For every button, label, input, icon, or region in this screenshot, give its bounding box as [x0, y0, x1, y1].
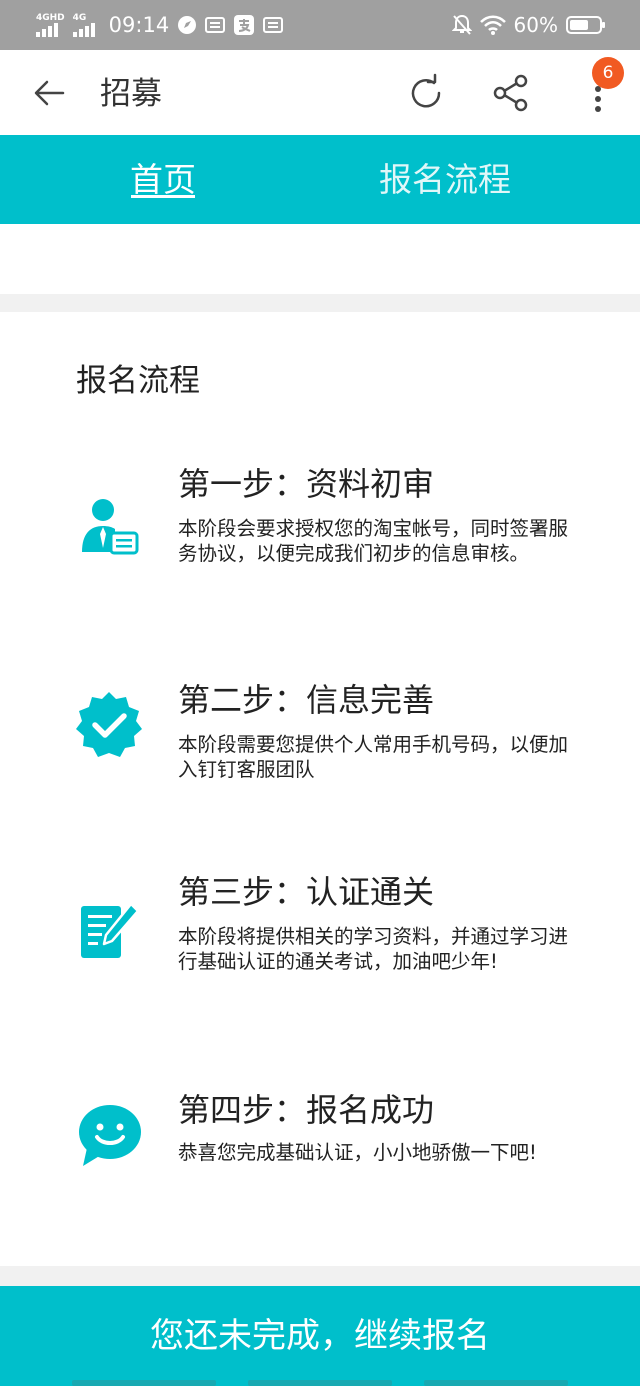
network-label-1: 4GHD — [36, 12, 65, 23]
content-top-blank — [0, 224, 640, 294]
active-tab-indicator — [131, 195, 195, 198]
user-card-icon — [74, 492, 144, 562]
verified-badge-icon — [74, 690, 144, 760]
bottom-divider — [0, 1266, 640, 1286]
section-divider — [0, 294, 640, 312]
tab-home[interactable]: 首页 — [90, 135, 236, 224]
signal-2: 4G — [72, 12, 99, 37]
compass-icon — [177, 15, 197, 35]
smile-chat-icon — [74, 1100, 144, 1170]
nav-indicator — [424, 1380, 568, 1386]
page-title: 招募 — [100, 76, 162, 112]
battery-percent: 60% — [513, 13, 558, 37]
network-label-2: 4G — [72, 12, 87, 23]
nav-indicator — [72, 1380, 216, 1386]
section-title: 报名流程 — [76, 363, 200, 399]
tab-registration-process[interactable]: 报名流程 — [340, 135, 550, 224]
nav-indicator — [248, 1380, 392, 1386]
step-title: 第三步：认证通关 — [178, 873, 435, 911]
refresh-button[interactable] — [404, 71, 448, 115]
clock: 09:14 — [108, 13, 170, 37]
back-button[interactable] — [28, 72, 70, 114]
app-notification-icon — [205, 16, 226, 34]
status-left: 4GHD 4G 09:14 — [36, 12, 284, 38]
edit-document-icon — [74, 896, 144, 966]
status-right: 60% — [451, 12, 606, 38]
step-description: 恭喜您完成基础认证，小小地骄傲一下吧! — [178, 1141, 537, 1164]
step-description: 本阶段将提供相关的学习资料，并通过学习进行基础认证的通关考试，加油吧少年! — [178, 925, 569, 973]
tab-bar: 首页 报名流程 — [0, 135, 640, 224]
step-title: 第二步：信息完善 — [178, 681, 435, 719]
step-description: 本阶段需要您提供个人常用手机号码，以便加入钉钉客服团队 — [178, 733, 569, 781]
refresh-icon — [411, 73, 441, 108]
battery-icon — [566, 15, 606, 35]
more-vertical-icon — [595, 86, 601, 112]
share-icon — [493, 74, 528, 112]
wifi-icon — [479, 15, 506, 35]
notification-badge: 6 — [592, 57, 624, 89]
status-bar: 4GHD 4G 09:14 60% — [0, 0, 640, 50]
share-button[interactable] — [489, 71, 533, 115]
signal-1: 4GHD — [36, 12, 65, 37]
mute-bell-icon — [451, 14, 472, 36]
signal-bars-icon — [36, 22, 58, 37]
step-title: 第四步：报名成功 — [178, 1091, 435, 1129]
app-notification-icon — [263, 16, 284, 34]
signal-bars-icon — [72, 22, 95, 37]
alipay-notification-icon — [233, 14, 255, 36]
app-bar: 招募 6 — [0, 50, 640, 136]
continue-registration-button[interactable]: 您还未完成，继续报名 — [0, 1286, 640, 1386]
step-description: 本阶段会要求授权您的淘宝帐号，同时签署服务协议，以便完成我们初步的信息审核。 — [178, 517, 569, 565]
step-title: 第一步：资料初审 — [178, 465, 435, 503]
arrow-left-icon — [34, 80, 65, 106]
